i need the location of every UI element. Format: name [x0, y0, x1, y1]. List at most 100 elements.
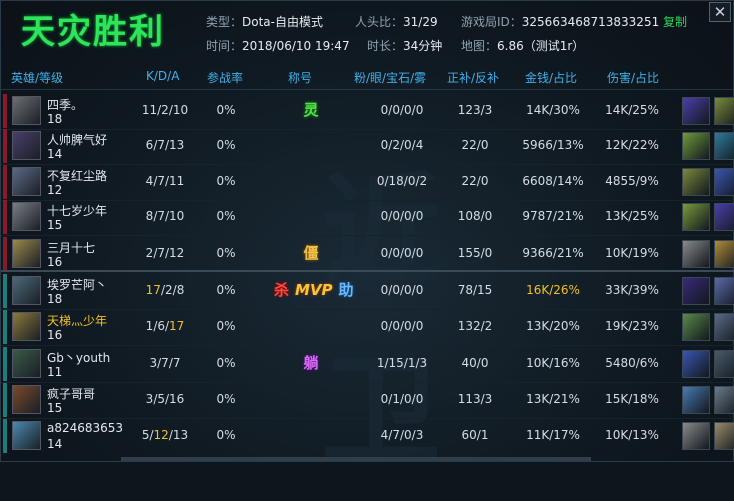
player-row[interactable]: 埃罗芒阿丶 18 17/2/8 0% 杀 MVP 助 0/0/0/0 78/15 16K/26% 3…: [1, 273, 734, 309]
game-time: 时间：2018/06/10 19:47: [206, 39, 350, 53]
wards-stats: 0/0/0/0: [380, 246, 424, 260]
title-badge: 僵: [303, 244, 319, 262]
close-button[interactable]: ✕: [709, 2, 731, 22]
hero-level: 15: [47, 401, 63, 415]
col-cs: 正补/反补: [447, 71, 500, 85]
item-icon[interactable]: [682, 203, 710, 231]
game-map: 地图：6.86（测试1r）: [461, 39, 585, 53]
item-icon[interactable]: [682, 422, 710, 450]
item-icon[interactable]: [682, 240, 710, 268]
participation-rate: 0%: [216, 283, 236, 297]
item-icon[interactable]: [682, 168, 710, 196]
player-name[interactable]: 天梯灬少年: [47, 312, 107, 329]
hero-portrait-icon[interactable]: [12, 202, 41, 231]
hero-portrait-icon[interactable]: [12, 312, 41, 341]
item-icon[interactable]: [682, 97, 710, 125]
kda-value: 8/7/10: [145, 209, 185, 223]
hero-portrait-icon[interactable]: [12, 276, 41, 305]
hero-portrait-icon[interactable]: [12, 421, 41, 450]
match-result-panel: 近卫 天灾胜利 类型：Dota-自由模式 人头比：31/29 游戏局ID：325…: [0, 0, 734, 481]
hero-level: 11: [47, 365, 63, 379]
participation-rate: 0%: [216, 246, 236, 260]
hero-portrait-icon[interactable]: [12, 349, 41, 378]
item-icon[interactable]: [714, 97, 734, 125]
horizontal-scrollbar[interactable]: [121, 457, 591, 461]
kda-value: 3/7/7: [149, 356, 181, 370]
player-row[interactable]: 四季。 18 11/2/10 0% 灵 0/0/0/0 123/3 14K/30% 14K/25…: [1, 93, 734, 129]
hero-portrait-icon[interactable]: [12, 167, 41, 196]
item-icon[interactable]: [682, 386, 710, 414]
hero-portrait-icon[interactable]: [12, 385, 41, 414]
item-icon[interactable]: [714, 386, 734, 414]
player-name[interactable]: 三月十七: [47, 239, 95, 256]
team-color-bar: [3, 237, 7, 271]
player-row[interactable]: 天梯灬少年 16 1/6/17 0% 0/0/0/0 132/2 13K/20% 19K/23…: [1, 309, 734, 345]
damage-share: 4855/9%: [605, 174, 659, 188]
hero-level: 12: [47, 183, 63, 197]
hero-portrait-icon[interactable]: [12, 96, 41, 125]
damage-share: 15K/18%: [605, 392, 659, 406]
wards-stats: 1/15/1/3: [376, 356, 428, 370]
player-name[interactable]: 不复红尘路: [47, 167, 107, 184]
title-badge: 杀: [274, 281, 290, 299]
participation-rate: 0%: [216, 319, 236, 333]
item-icon[interactable]: [714, 240, 734, 268]
player-name[interactable]: a824683653: [47, 421, 123, 435]
wards-stats: 4/7/0/3: [380, 428, 424, 442]
gold-share: 14K/30%: [526, 103, 580, 117]
player-row[interactable]: 疯子哥哥 15 3/5/16 0% 0/1/0/0 113/3 13K/21% 15K/18%: [1, 382, 734, 418]
hero-level: 18: [47, 292, 63, 306]
player-row[interactable]: 不复红尘路 12 4/7/11 0% 0/18/0/2 22/0 6608/14% 4855/…: [1, 164, 734, 200]
player-name[interactable]: 埃罗芒阿丶: [47, 276, 107, 293]
hero-level: 14: [47, 437, 63, 451]
title-badges: 杀 MVP 助: [271, 279, 354, 301]
item-icon[interactable]: [714, 168, 734, 196]
item-icon[interactable]: [714, 422, 734, 450]
hero-portrait-icon[interactable]: [12, 131, 41, 160]
player-row[interactable]: 三月十七 16 2/7/12 0% 僵 0/0/0/0 155/0 9366/21% 10K/1…: [1, 236, 734, 272]
item-icon[interactable]: [682, 313, 710, 341]
wards-stats: 0/0/0/0: [380, 319, 424, 333]
col-damage: 伤害/占比: [607, 71, 660, 85]
col-hero: 英雄/等级: [11, 71, 64, 85]
team-color-bar: [3, 165, 7, 199]
hero-level: 16: [47, 255, 63, 269]
gold-share: 11K/17%: [526, 428, 580, 442]
creep-score: 108/0: [457, 209, 493, 223]
player-name[interactable]: 十七岁少年: [47, 202, 107, 219]
item-icon[interactable]: [682, 277, 710, 305]
player-name[interactable]: 四季。: [47, 96, 83, 113]
player-row[interactable]: 十七岁少年 15 8/7/10 0% 0/0/0/0 108/0 9787/21% 13K/2…: [1, 199, 734, 235]
title-badge: 灵: [303, 101, 319, 119]
item-icon[interactable]: [714, 313, 734, 341]
item-icon[interactable]: [682, 132, 710, 160]
title-badge: 助: [338, 281, 354, 299]
wards-stats: 0/1/0/0: [380, 392, 424, 406]
wards-stats: 0/18/0/2: [376, 174, 428, 188]
kda-value: 11/2/10: [141, 103, 189, 117]
player-row[interactable]: Gb丶youth 11 3/7/7 0% 躺 1/15/1/3 40/0 10K/16% 548…: [1, 346, 734, 382]
participation-rate: 0%: [216, 428, 236, 442]
damage-share: 33K/39%: [605, 283, 659, 297]
wards-stats: 0/0/0/0: [380, 283, 424, 297]
wards-stats: 0/2/0/4: [380, 138, 424, 152]
item-icon[interactable]: [714, 203, 734, 231]
player-row[interactable]: a824683653 14 5/12/13 0% 4/7/0/3 60/1 11K/17% 1…: [1, 418, 734, 454]
copy-game-id-button[interactable]: 复制: [663, 15, 687, 29]
creep-score: 155/0: [457, 246, 493, 260]
player-name[interactable]: 疯子哥哥: [47, 385, 95, 402]
participation-rate: 0%: [216, 103, 236, 117]
item-icon[interactable]: [714, 277, 734, 305]
player-name[interactable]: Gb丶youth: [47, 349, 110, 366]
player-row[interactable]: 人帅脾气好 14 6/7/13 0% 0/2/0/4 22/0 5966/13% 12K/22…: [1, 128, 734, 164]
kda-value: 4/7/11: [145, 174, 185, 188]
gold-share: 13K/20%: [526, 319, 580, 333]
item-icon[interactable]: [682, 350, 710, 378]
kda-value: 5/12/13: [141, 428, 189, 442]
item-icon[interactable]: [714, 350, 734, 378]
gold-share: 13K/21%: [526, 392, 580, 406]
player-name[interactable]: 人帅脾气好: [47, 131, 107, 148]
item-icon[interactable]: [714, 132, 734, 160]
hero-portrait-icon[interactable]: [12, 239, 41, 268]
gold-share: 9366/21%: [522, 246, 584, 260]
